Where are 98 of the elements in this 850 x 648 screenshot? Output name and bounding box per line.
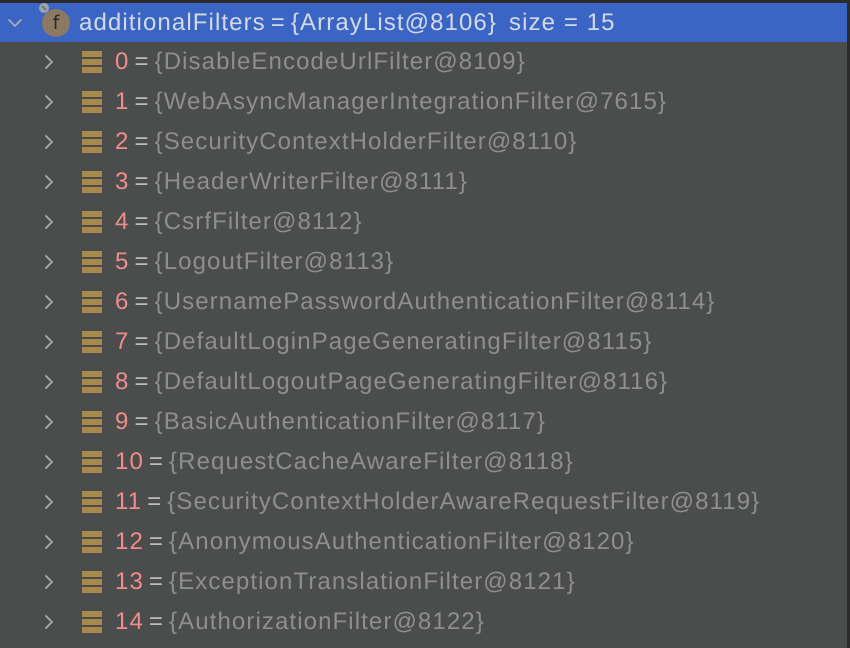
chevron-right-icon[interactable] xyxy=(45,575,53,589)
index-label: 14 xyxy=(115,607,144,637)
chevron-right-icon[interactable] xyxy=(45,415,53,429)
list-icon xyxy=(82,171,102,193)
index-label: 3 xyxy=(115,167,130,197)
variable-value: {LogoutFilter@8113} xyxy=(154,247,394,277)
field-badge: f xyxy=(42,8,70,36)
variable-value: {BasicAuthenticationFilter@8117} xyxy=(154,407,546,437)
equals-sign: = xyxy=(134,287,150,317)
tree-row[interactable]: 3 = {HeaderWriterFilter@8111} xyxy=(0,162,847,202)
list-icon xyxy=(82,51,102,73)
equals-sign: = xyxy=(134,87,150,117)
variable-value: {AnonymousAuthenticationFilter@8120} xyxy=(169,527,635,557)
list-icon xyxy=(82,531,102,553)
equals-sign: = xyxy=(134,327,150,357)
tree-row[interactable]: 9 = {BasicAuthenticationFilter@8117} xyxy=(0,402,847,442)
variable-value: {SecurityContextHolderFilter@8110} xyxy=(154,127,578,157)
chevron-down-icon[interactable] xyxy=(8,18,22,26)
tree-row[interactable]: 0 = {DisableEncodeUrlFilter@8109} xyxy=(0,42,847,82)
equals-sign: = xyxy=(148,447,164,477)
tree-row[interactable]: 11 = {SecurityContextHolderAwareRequestFilter@8119} xyxy=(0,482,847,522)
index-label: 9 xyxy=(115,407,130,437)
chevron-right-icon[interactable] xyxy=(45,55,53,69)
list-icon xyxy=(82,131,102,153)
variable-value: {DefaultLogoutPageGeneratingFilter@8116} xyxy=(154,367,668,397)
list-icon xyxy=(82,571,102,593)
equals-sign: = xyxy=(134,127,150,157)
list-icon xyxy=(82,211,102,233)
variable-value: {RequestCacheAwareFilter@8118} xyxy=(169,447,574,477)
variable-value: {CsrfFilter@8112} xyxy=(154,207,363,237)
chevron-right-icon[interactable] xyxy=(45,175,53,189)
variable-name: additionalFilters xyxy=(79,8,266,38)
variable-value: {HeaderWriterFilter@8111} xyxy=(154,167,468,197)
list-icon xyxy=(82,331,102,353)
pin-icon xyxy=(39,2,49,12)
variable-value: {DisableEncodeUrlFilter@8109} xyxy=(154,47,526,77)
index-label: 7 xyxy=(115,327,130,357)
chevron-right-icon[interactable] xyxy=(45,135,53,149)
index-label: 6 xyxy=(115,287,130,317)
tree-row[interactable]: 4 = {CsrfFilter@8112} xyxy=(0,202,847,242)
tree-row[interactable]: 5 = {LogoutFilter@8113} xyxy=(0,242,847,282)
equals-sign: = xyxy=(134,167,150,197)
index-label: 8 xyxy=(115,367,130,397)
chevron-right-icon[interactable] xyxy=(45,495,53,509)
index-label: 4 xyxy=(115,207,130,237)
tree-row[interactable]: 1 = {WebAsyncManagerIntegrationFilter@7615} xyxy=(0,82,847,122)
equals-sign: = xyxy=(148,607,164,637)
list-icon xyxy=(82,451,102,473)
index-label: 5 xyxy=(115,247,130,277)
list-icon xyxy=(82,291,102,313)
variable-value: {WebAsyncManagerIntegrationFilter@7615} xyxy=(154,87,668,117)
index-label: 11 xyxy=(115,487,142,517)
equals-sign: = xyxy=(134,247,150,277)
index-label: 12 xyxy=(115,527,144,557)
size-label: size = 15 xyxy=(509,8,616,38)
tree-row[interactable]: f additionalFilters = {ArrayList@8106} size = 15 xyxy=(0,3,847,42)
equals-sign: = xyxy=(147,487,162,517)
chevron-right-icon[interactable] xyxy=(45,95,53,109)
tree-row[interactable]: 14 = {AuthorizationFilter@8122} xyxy=(0,602,847,642)
variable-value: {AuthorizationFilter@8122} xyxy=(169,607,485,637)
equals-sign: = xyxy=(134,407,150,437)
tree-row[interactable]: 13 = {ExceptionTranslationFilter@8121} xyxy=(0,562,847,602)
list-icon xyxy=(82,91,102,113)
chevron-right-icon[interactable] xyxy=(45,615,53,629)
tree-row[interactable]: 10 = {RequestCacheAwareFilter@8118} xyxy=(0,442,847,482)
chevron-right-icon[interactable] xyxy=(45,455,53,469)
tree-row[interactable]: 2 = {SecurityContextHolderFilter@8110} xyxy=(0,122,847,162)
variable-value: {ArrayList@8106} xyxy=(290,8,497,38)
variable-value: {ExceptionTranslationFilter@8121} xyxy=(169,567,576,597)
variable-value: {SecurityContextHolderAwareRequestFilter@8119} xyxy=(167,487,760,517)
index-label: 13 xyxy=(115,567,144,597)
chevron-right-icon[interactable] xyxy=(45,535,53,549)
tree-row[interactable]: 8 = {DefaultLogoutPageGeneratingFilter@8116} xyxy=(0,362,847,402)
chevron-right-icon[interactable] xyxy=(45,375,53,389)
equals-sign: = xyxy=(148,527,164,557)
list-icon xyxy=(82,411,102,433)
index-label: 10 xyxy=(115,447,144,477)
equals-sign: = xyxy=(270,8,286,38)
tree-row[interactable]: 6 = {UsernamePasswordAuthenticationFilter@8114} xyxy=(0,282,847,322)
chevron-right-icon[interactable] xyxy=(45,335,53,349)
variable-value: {DefaultLoginPageGeneratingFilter@8115} xyxy=(154,327,652,357)
list-icon xyxy=(82,611,102,633)
chevron-right-icon[interactable] xyxy=(45,295,53,309)
list-icon xyxy=(82,251,102,273)
equals-sign: = xyxy=(134,367,150,397)
tree-row[interactable]: 12 = {AnonymousAuthenticationFilter@8120} xyxy=(0,522,847,562)
list-icon xyxy=(82,371,102,393)
index-label: 2 xyxy=(115,127,130,157)
equals-sign: = xyxy=(134,207,150,237)
chevron-right-icon[interactable] xyxy=(45,215,53,229)
chevron-right-icon[interactable] xyxy=(45,255,53,269)
variable-value: {UsernamePasswordAuthenticationFilter@8114} xyxy=(154,287,716,317)
index-label: 1 xyxy=(115,87,130,117)
index-label: 0 xyxy=(115,47,130,77)
equals-sign: = xyxy=(148,567,164,597)
equals-sign: = xyxy=(134,47,150,77)
list-icon xyxy=(82,491,102,513)
tree-row[interactable]: 7 = {DefaultLoginPageGeneratingFilter@8115} xyxy=(0,322,847,362)
